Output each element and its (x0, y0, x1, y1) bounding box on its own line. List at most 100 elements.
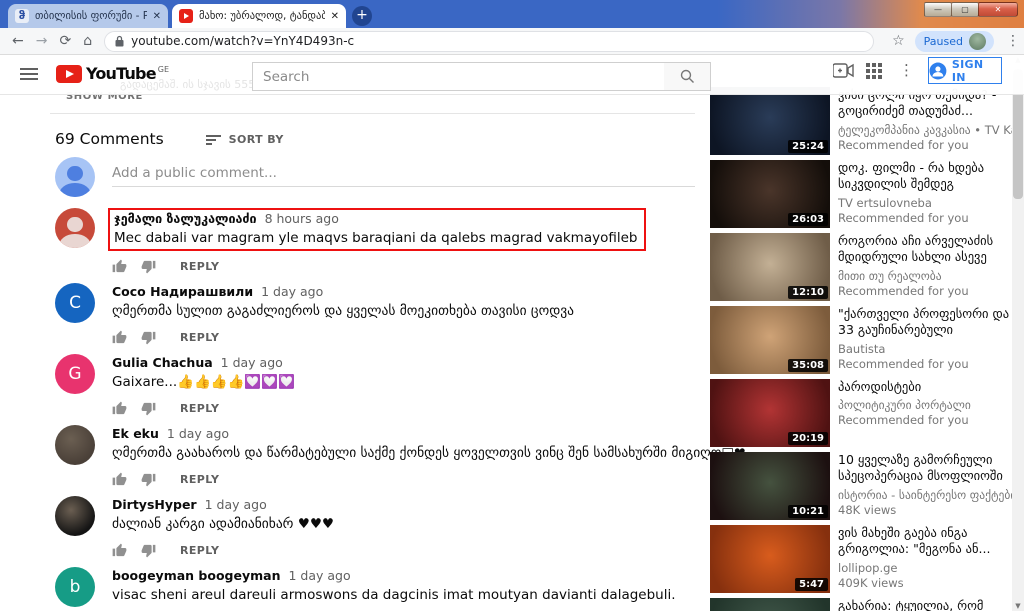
reply-button[interactable]: REPLY (180, 331, 219, 344)
reply-button[interactable]: REPLY (180, 402, 219, 415)
comment-avatar[interactable] (55, 425, 95, 465)
browser-tab-youtube[interactable]: მახო: უბრალოდ, ტანდაბალი გა ✕ (172, 4, 346, 28)
sort-icon[interactable] (205, 135, 221, 145)
dislike-button[interactable] (141, 259, 156, 274)
url-text[interactable]: youtube.com/watch?v=YnY4D493n-c (131, 34, 354, 48)
video-title[interactable]: ვის მახეში გაება ინგა გრიგოლია: "მეგონა … (838, 525, 1012, 558)
video-thumbnail[interactable]: 12:10 (710, 233, 830, 301)
sign-in-button[interactable]: SIGN IN (928, 57, 1002, 84)
address-bar[interactable]: youtube.com/watch?v=YnY4D493n-c (104, 30, 875, 52)
comment-time[interactable]: 1 day ago (205, 497, 267, 512)
like-button[interactable] (112, 543, 127, 558)
scroll-down-icon[interactable]: ▼ (1012, 602, 1024, 610)
comment-text: visac sheni areul dareuli armoswons da d… (112, 587, 676, 603)
video-title[interactable]: პაროდისტები (838, 379, 971, 395)
search-input[interactable]: Search (252, 62, 665, 91)
comment-author[interactable]: Сосо Надирашвили (112, 284, 253, 299)
comment-avatar[interactable]: G (55, 354, 95, 394)
tab-close-icon[interactable]: ✕ (331, 11, 339, 22)
comment-author[interactable]: DirtysHyper (112, 497, 197, 512)
browser-menu-icon[interactable]: ⋮ (1006, 33, 1020, 49)
comment-time[interactable]: 1 day ago (221, 355, 283, 370)
recommended-video[interactable]: 35:08 "ქართველი პროფესორი და 33 გაუჩინარ… (710, 306, 1012, 374)
recommended-videos: 25:24 ვისი ცოლი იყო თემიდა? - გოცირიძემ … (710, 87, 1012, 611)
reply-button[interactable]: REPLY (180, 544, 219, 557)
back-icon[interactable]: ← (12, 33, 24, 49)
like-button[interactable] (112, 330, 127, 345)
recommended-video[interactable]: 10:21 10 ყველაზე გამორჩეული სპეცოპერაცია… (710, 452, 1012, 520)
forward-icon[interactable]: → (36, 33, 48, 49)
reply-button[interactable]: REPLY (180, 473, 219, 486)
video-thumbnail[interactable]: 5:47 (710, 525, 830, 593)
browser-toolbar: ← → ⟳ ⌂ youtube.com/watch?v=YnY4D493n-c … (0, 28, 1024, 55)
like-button[interactable] (112, 472, 127, 487)
video-channel[interactable]: TV ertsulovneba (838, 196, 1012, 210)
sync-paused-badge[interactable]: Paused (914, 30, 994, 52)
upload-video-icon[interactable] (832, 63, 855, 82)
comment-avatar[interactable] (55, 496, 95, 536)
maximize-button[interactable]: ▢ (951, 2, 979, 17)
video-thumbnail[interactable]: 20:19 (710, 379, 830, 447)
comment-input[interactable]: Add a public comment... (112, 157, 695, 187)
dislike-button[interactable] (141, 472, 156, 487)
video-channel[interactable]: lollipop.ge (838, 561, 1012, 575)
youtube-logo[interactable]: YouTube GE (56, 65, 169, 83)
comments-header: 69 Comments SORT BY (55, 130, 284, 148)
recommended-video[interactable]: 26:03 დოკ. ფილმი - რა ხდება სიკვდილის შე… (710, 160, 1012, 228)
video-thumbnail[interactable]: 35:08 (710, 306, 830, 374)
video-channel[interactable]: პოლიტიკური პორტალი (838, 398, 971, 412)
dislike-button[interactable] (141, 401, 156, 416)
recommended-video[interactable]: გახარია: ტყუილია, რომ (710, 598, 1012, 611)
video-duration-badge: 25:24 (788, 140, 828, 153)
page-scrollbar[interactable]: ▲ ▼ (1012, 55, 1024, 611)
masthead-menu-icon[interactable]: ⋮ (899, 61, 914, 79)
tab-close-icon[interactable]: ✕ (153, 11, 161, 22)
comment-avatar[interactable]: b (55, 567, 95, 607)
like-button[interactable] (112, 401, 127, 416)
dislike-button[interactable] (141, 543, 156, 558)
home-icon[interactable]: ⌂ (83, 33, 92, 49)
browser-tab-forum[interactable]: ჵ თბილისის ფორუმი - Powered b ✕ (8, 4, 168, 28)
dislike-button[interactable] (141, 330, 156, 345)
video-title[interactable]: "ქართველი პროფესორი და 33 გაუჩინარებული … (838, 306, 1012, 339)
comment-avatar[interactable]: C (55, 283, 95, 323)
hamburger-menu-icon[interactable] (20, 68, 38, 80)
comments-list: ჯემალი ზალუკალიაძი 8 hours ago Mec dabal… (55, 208, 745, 611)
comment-author[interactable]: ჯემალი ზალუკალიაძი (114, 211, 257, 226)
recommended-video[interactable]: 12:10 როგორია აჩი არველაძის მდიდრული სახ… (710, 233, 1012, 301)
comment-time[interactable]: 1 day ago (261, 284, 323, 299)
video-thumbnail[interactable] (710, 598, 830, 611)
comment-time[interactable]: 1 day ago (167, 426, 229, 441)
video-title[interactable]: გახარია: ტყუილია, რომ (838, 598, 983, 611)
video-channel[interactable]: Bautista (838, 342, 1012, 356)
bookmark-star-icon[interactable]: ☆ (892, 33, 905, 49)
video-channel[interactable]: მითი თუ რეალობა (838, 269, 1012, 283)
video-title[interactable]: 10 ყველაზე გამორჩეული სპეცოპერაცია მსოფლ… (838, 452, 1012, 485)
new-tab-button[interactable]: + (352, 6, 372, 26)
comment-author[interactable]: Ek eku (112, 426, 159, 441)
video-channel[interactable]: ტელეკომპანია კავკასია • TV Kav... (838, 123, 1012, 137)
like-button[interactable] (112, 259, 127, 274)
close-button[interactable]: ✕ (978, 2, 1018, 17)
video-thumbnail[interactable]: 26:03 (710, 160, 830, 228)
recommended-video[interactable]: 25:24 ვისი ცოლი იყო თემიდა? - გოცირიძემ … (710, 87, 1012, 155)
comment-time[interactable]: 8 hours ago (265, 211, 339, 226)
sort-by-button[interactable]: SORT BY (229, 133, 284, 146)
apps-grid-icon[interactable] (866, 63, 882, 83)
video-title[interactable]: როგორია აჩი არველაძის მდიდრული სახლი ასე… (838, 233, 1012, 266)
comment-author[interactable]: boogeyman boogeyman (112, 568, 280, 583)
video-channel[interactable]: ისტორია - საინტერესო ფაქტები (838, 488, 1012, 502)
video-thumbnail[interactable]: 25:24 (710, 87, 830, 155)
minimize-button[interactable]: — (924, 2, 952, 17)
reply-button[interactable]: REPLY (180, 260, 219, 273)
video-title[interactable]: დოკ. ფილმი - რა ხდება სიკვდილის შემდეგ (838, 160, 1012, 193)
comment-author[interactable]: Gulia Chachua (112, 355, 213, 370)
video-thumbnail[interactable]: 10:21 (710, 452, 830, 520)
comment-time[interactable]: 1 day ago (288, 568, 350, 583)
recommended-video[interactable]: 5:47 ვის მახეში გაება ინგა გრიგოლია: "მე… (710, 525, 1012, 593)
comment-avatar[interactable] (55, 208, 95, 248)
recommended-video[interactable]: 20:19 პაროდისტები პოლიტიკური პორტალი Rec… (710, 379, 1012, 447)
search-button[interactable] (664, 62, 711, 91)
lock-icon (115, 35, 124, 47)
refresh-icon[interactable]: ⟳ (59, 33, 71, 49)
